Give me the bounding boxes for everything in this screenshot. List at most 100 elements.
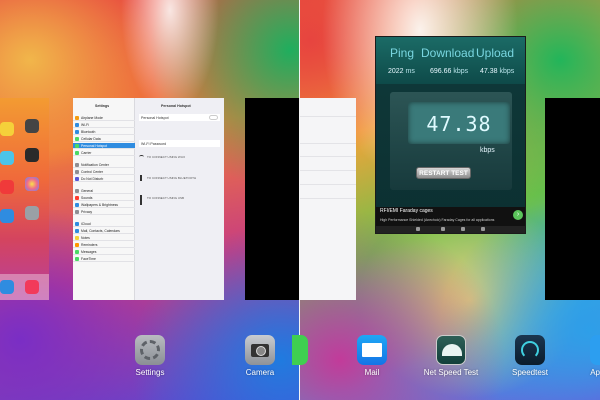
sidebar-item-label: Messages [81,250,97,254]
section-wifi: TO CONNECT USING WI-FI [147,155,186,159]
gear-icon[interactable] [135,335,165,365]
camera-icon[interactable] [245,335,275,365]
setting-icon [75,229,79,233]
net-speed-test-card[interactable]: Ping Download Upload 2022 ms 696.66 kbps… [375,36,526,234]
ad-text: High Performance Shielded (Anechoic) Far… [380,218,495,222]
sidebar-item-label: Carrier [81,151,92,155]
app-icon[interactable] [292,335,308,365]
setting-icon [75,250,79,254]
gauge-icon[interactable] [515,335,545,365]
setting-icon [75,222,79,226]
speed-header: Ping Download Upload 2022 ms 696.66 kbps… [376,37,525,84]
setting-icon [75,123,79,127]
dock-label-mail: Mail [364,368,380,377]
ad-title: RFI/EMI Faraday cages [380,208,433,214]
dock-label-partial: Ap [590,368,600,377]
list-divider [300,198,356,199]
tab-icon[interactable] [461,227,465,231]
sidebar-item-label: Reminders [81,243,98,247]
previous-app-card[interactable] [300,98,356,300]
sidebar-item[interactable]: Control Center [73,169,135,175]
dock-label-speedtest: Speedtest [511,368,549,377]
speedometer-icon[interactable] [436,335,466,365]
setting-icon [75,163,79,167]
wifi-icon [139,155,144,159]
current-speed: 47.38 [426,112,492,136]
hotspot-label: Personal Hotspot [141,115,169,120]
sidebar-item[interactable]: Airplane Mode [73,115,135,121]
app-icon[interactable] [590,335,600,365]
app-icon [0,151,14,165]
sidebar-item-label: FaceTime [81,257,96,261]
sidebar-item-label: Sounds [81,196,93,200]
sidebar-item[interactable]: Sounds [73,195,135,201]
sidebar-item[interactable]: Notification Center [73,162,135,168]
tab-icon[interactable] [416,227,420,231]
sidebar-item[interactable]: Wi-Fi [73,122,135,128]
sidebar-item[interactable]: Carrier [73,150,135,156]
sidebar-item-label: Wi-Fi [81,123,89,127]
blank-app-card[interactable] [245,98,300,300]
sidebar-item[interactable]: Messages [73,249,135,255]
dock-label-net-speed-test: Net Speed Test [423,368,479,377]
sidebar-item-label: Wallpapers & Brightness [81,203,118,207]
settings-app-card[interactable]: Settings Airplane Mode Wi-Fi Bluetooth Cell… [73,98,224,300]
sidebar-item[interactable]: Mail, Contacts, Calendars [73,228,135,234]
photos-icon [25,177,39,191]
toggle-switch[interactable] [209,115,218,120]
sidebar-item[interactable]: Bluetooth [73,129,135,135]
sidebar-item-label: Personal Hotspot [81,144,108,148]
sidebar-item-label: Mail, Contacts, Calendars [81,229,120,233]
sidebar-item[interactable]: Privacy [73,209,135,215]
sidebar-item-label: Do Not Disturb [81,177,104,181]
tab-icon[interactable] [481,227,485,231]
wifi-password-label: Wi-Fi Password [141,141,167,146]
setting-icon [75,130,79,134]
sidebar-item[interactable]: Do Not Disturb [73,176,135,182]
ping-value: 2022 ms [388,68,415,75]
sidebar-item[interactable]: iCloud [73,221,135,227]
ad-banner[interactable]: RFI/EMI Faraday cages High Performance S… [376,207,525,226]
download-value: 696.66 kbps [430,68,469,75]
upload-label: Upload [476,46,515,60]
hotspot-toggle-row[interactable]: Personal Hotspot [139,114,220,121]
setting-icon [75,144,79,148]
settings-sidebar-title: Settings [95,104,110,108]
app-icon [0,280,14,294]
usb-icon [140,195,142,205]
tab-icon[interactable] [441,227,445,231]
detail-title: Personal Hotspot [161,104,191,108]
sidebar-item[interactable]: Reminders [73,242,135,248]
sidebar-item-label: Privacy [81,210,93,214]
setting-icon [75,116,79,120]
left-app-switcher: Settings Airplane Mode Wi-Fi Bluetooth Cell… [0,0,300,400]
setting-icon [75,189,79,193]
mail-icon[interactable] [357,335,387,365]
list-divider [300,170,356,171]
sidebar-item[interactable]: FaceTime [73,256,135,262]
sidebar-item-label: Cellular Data [81,137,101,141]
arrow-right-icon[interactable]: › [513,210,523,220]
sidebar-item[interactable]: Notes [73,235,135,241]
download-label: Download [421,46,475,60]
home-screen-card[interactable] [0,98,49,300]
wifi-password-row[interactable]: Wi-Fi Password [139,140,220,147]
section-usb: TO CONNECT USING USB [147,196,185,200]
gear-icon [25,206,39,220]
restart-test-button[interactable]: RESTART TEST [416,167,471,179]
setting-icon [75,203,79,207]
setting-icon [75,210,79,214]
settings-detail: Personal Hotspot Personal Hotspot Wi-Fi … [135,98,224,300]
settings-sidebar: Settings Airplane Mode Wi-Fi Bluetooth Cell… [73,98,135,300]
sidebar-item[interactable]: Personal Hotspot [73,143,135,149]
sidebar-item-label: General [81,189,94,193]
sidebar-item[interactable]: Wallpapers & Brightness [73,202,135,208]
sidebar-item-label: iCloud [81,222,91,226]
sidebar-item[interactable]: Cellular Data [73,136,135,142]
setting-icon [75,170,79,174]
sidebar-item[interactable]: General [73,188,135,194]
setting-icon [75,257,79,261]
setting-icon [75,151,79,155]
list-divider [300,116,356,117]
next-app-card[interactable] [545,98,600,300]
